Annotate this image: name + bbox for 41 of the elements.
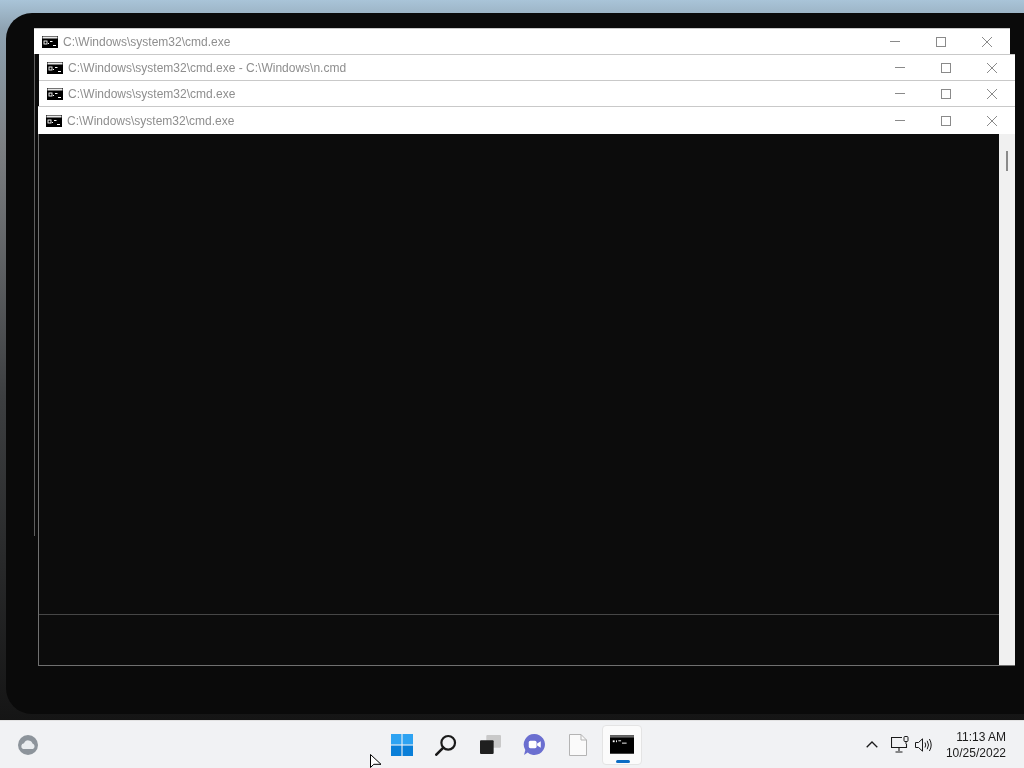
terminal-button[interactable] — [602, 724, 642, 765]
terminal-icon — [610, 735, 634, 754]
chat-camera-icon — [522, 733, 546, 756]
window-title: C:\Windows\system32\cmd.exe — [63, 33, 231, 51]
maximize-icon — [936, 36, 946, 47]
terminal-icon — [47, 87, 63, 100]
maximize-icon — [941, 88, 951, 99]
title-bar[interactable]: C:\Windows\system32\cmd.exe — [38, 106, 1015, 134]
minimize-icon — [895, 120, 905, 121]
title-bar[interactable]: C:\Windows\system32\cmd.exe — [39, 80, 1015, 106]
maximize-icon — [941, 115, 951, 126]
scrollbar[interactable] — [999, 134, 1015, 665]
close-icon — [987, 115, 997, 126]
task-view-icon — [479, 735, 501, 754]
clock-button[interactable]: 11:13 AM 10/25/2022 — [945, 728, 1006, 761]
windows-logo-icon — [391, 733, 413, 756]
minimize-icon — [895, 93, 905, 94]
title-bar[interactable]: C:\Windows\system32\cmd.exe — [34, 28, 1010, 54]
speaker-icon — [915, 737, 933, 752]
terminal-icon — [47, 61, 63, 74]
close-icon — [987, 62, 997, 73]
close-icon — [987, 88, 997, 99]
window-title: C:\Windows\system32\cmd.exe - C:\Windows\n.cmd — [68, 59, 347, 77]
terminal-icon — [42, 35, 58, 48]
chevron-up-icon — [865, 741, 878, 748]
search-icon — [435, 733, 457, 756]
cloud-icon — [17, 733, 39, 756]
terminal-icon — [46, 114, 62, 127]
mouse-pointer-icon — [370, 754, 382, 768]
blank-document-icon — [569, 733, 587, 756]
minimize-icon — [895, 67, 905, 68]
active-indicator-icon — [616, 759, 630, 763]
maximize-icon — [941, 62, 951, 73]
window-title: C:\Windows\system32\cmd.exe — [67, 112, 235, 130]
close-icon — [982, 36, 992, 47]
minimize-icon — [890, 41, 900, 42]
title-bar[interactable]: C:\Windows\system32\cmd.exe - C:\Windows\n.cmd — [39, 54, 1015, 80]
window-title: C:\Windows\system32\cmd.exe — [68, 85, 236, 103]
scrollbar-thumb[interactable] — [1006, 151, 1008, 171]
console-area[interactable] — [38, 134, 1015, 666]
monitor-icon — [890, 736, 909, 753]
